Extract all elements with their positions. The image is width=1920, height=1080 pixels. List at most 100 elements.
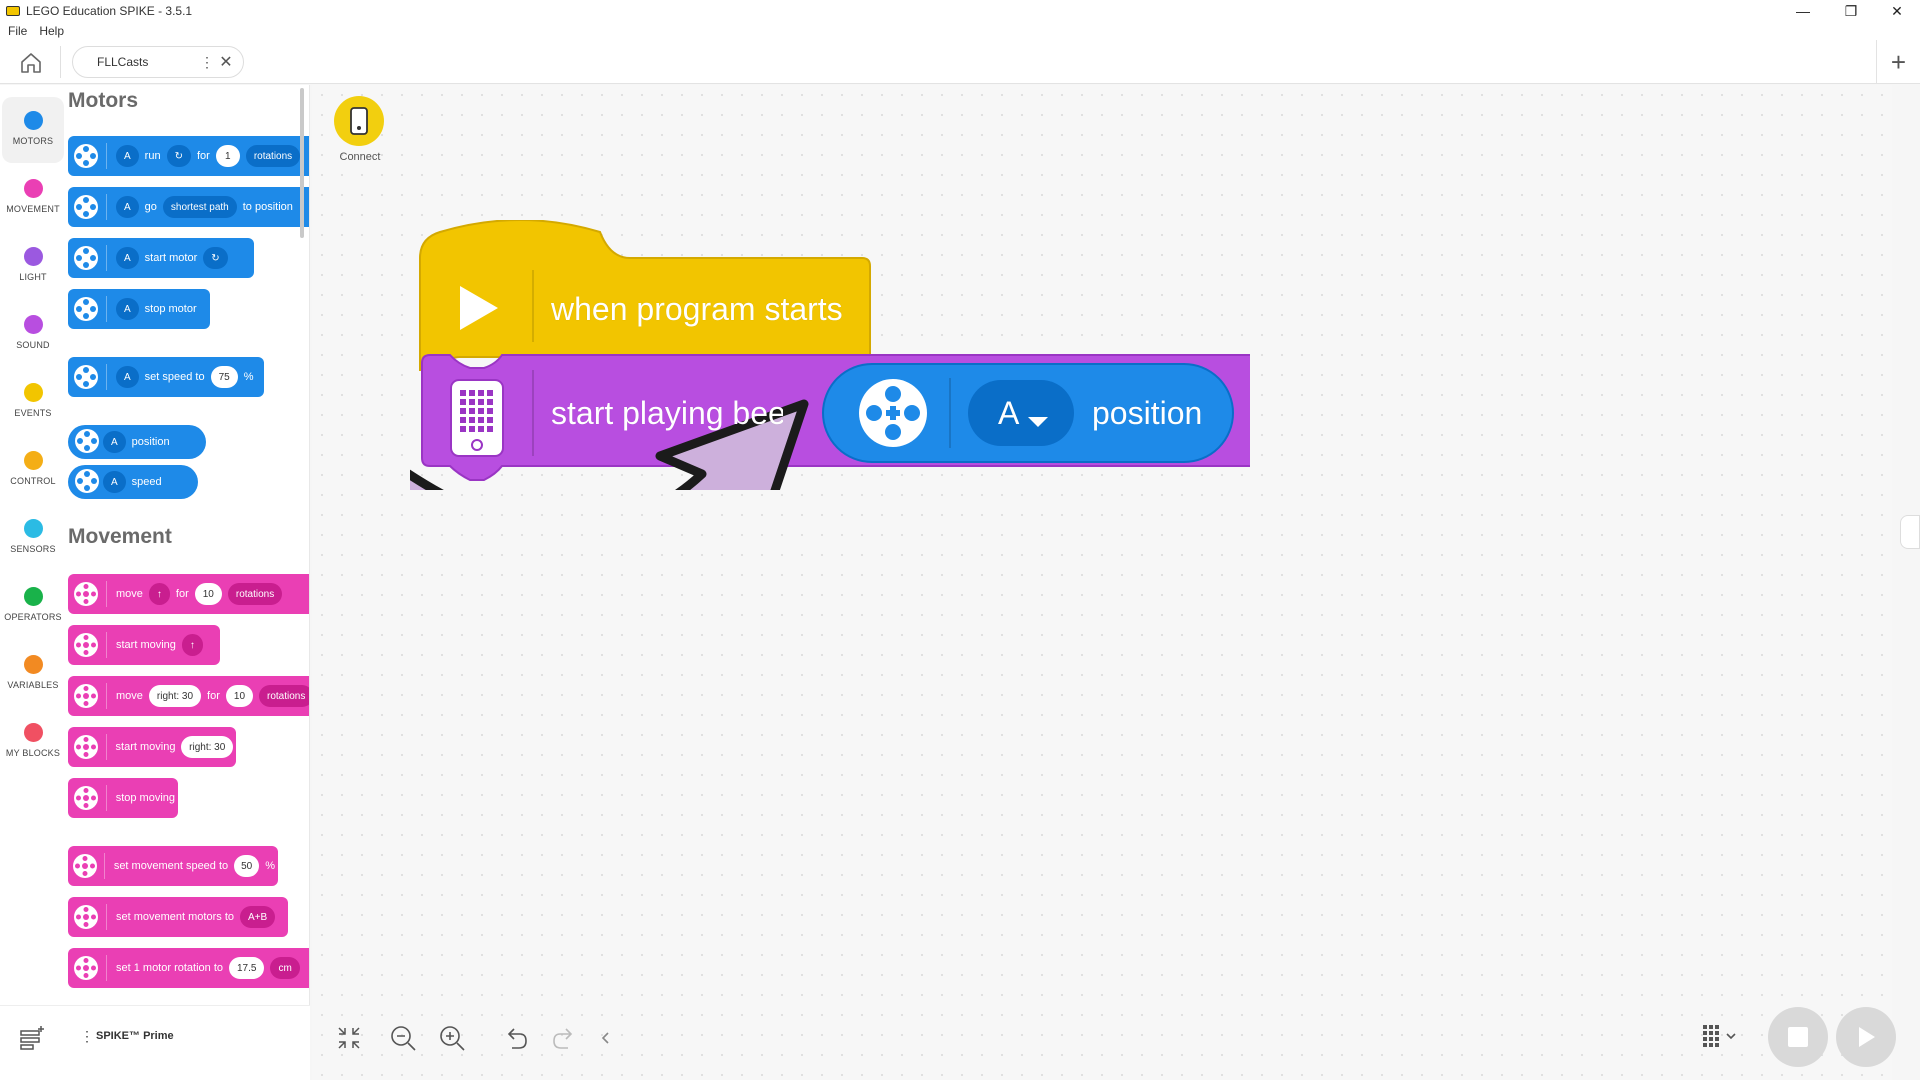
section-title-motors: Motors xyxy=(68,89,138,112)
block-start-moving[interactable]: start moving ↑ xyxy=(68,625,220,665)
menu-file[interactable]: File xyxy=(8,24,27,38)
block-text: run xyxy=(144,150,161,162)
menu-help[interactable]: Help xyxy=(39,24,64,38)
block-start-moving-steer[interactable]: start moving right: 30 xyxy=(68,727,236,767)
unit-dropdown[interactable]: rotations xyxy=(227,583,283,605)
value-input[interactable]: 10 xyxy=(225,685,254,707)
add-tab-button[interactable]: + xyxy=(1876,40,1920,84)
close-window-button[interactable]: ✕ xyxy=(1874,0,1920,22)
block-go-to-position[interactable]: A go shortest path to position xyxy=(68,187,309,227)
value-input[interactable]: 1 xyxy=(215,145,240,167)
category-label: MY BLOCKS xyxy=(5,748,61,758)
unit-dropdown[interactable]: rotations xyxy=(259,685,309,707)
run-button[interactable] xyxy=(1836,1007,1896,1067)
chevron-left-icon[interactable] xyxy=(590,1022,622,1054)
unit-dropdown[interactable]: cm xyxy=(270,957,300,979)
reporter-motor-position[interactable]: A position xyxy=(68,425,206,459)
motors-dropdown[interactable]: A+B xyxy=(240,906,276,928)
block-text: go xyxy=(144,201,157,213)
steering-input[interactable]: right: 30 xyxy=(181,736,233,758)
value-input[interactable]: 17.5 xyxy=(229,957,265,979)
category-dot-icon xyxy=(23,655,43,674)
category-control[interactable]: CONTROL xyxy=(2,437,64,503)
category-operators[interactable]: OPERATORS xyxy=(2,573,64,639)
block-text: set speed to xyxy=(144,371,205,383)
port-dropdown[interactable]: A xyxy=(103,471,126,493)
category-movement[interactable]: MOVEMENT xyxy=(2,165,64,231)
block-run-motor[interactable]: A run ↻ for 1 rotations xyxy=(68,136,309,176)
zoom-in-icon[interactable] xyxy=(436,1022,468,1054)
block-set-movement-speed[interactable]: set movement speed to 50 % xyxy=(68,846,278,886)
port-dropdown[interactable]: A xyxy=(116,366,139,388)
direction-dropdown[interactable]: ↻ xyxy=(166,145,191,167)
port-dropdown[interactable]: A xyxy=(116,247,139,269)
reporter-motor-speed[interactable]: A speed xyxy=(68,465,198,499)
port-dropdown[interactable]: A xyxy=(116,298,139,320)
palette-scrollbar[interactable] xyxy=(300,88,304,238)
tab-label: FLLCasts xyxy=(97,55,149,69)
block-start-motor[interactable]: A start motor ↻ xyxy=(68,238,254,278)
category-motors[interactable]: MOTORS xyxy=(2,97,64,163)
redo-icon[interactable] xyxy=(548,1022,580,1054)
zoom-out-icon[interactable] xyxy=(387,1022,419,1054)
category-light[interactable]: LIGHT xyxy=(2,233,64,299)
hub-display-menu[interactable] xyxy=(1698,1022,1744,1054)
block-stop-motor[interactable]: A stop motor xyxy=(68,289,210,329)
minimize-button[interactable]: — xyxy=(1780,0,1826,22)
category-dot-icon xyxy=(23,723,43,742)
value-input[interactable]: 75 xyxy=(210,366,238,388)
divider xyxy=(106,245,107,271)
direction-dropdown[interactable]: ↑ xyxy=(148,583,170,605)
divider xyxy=(106,143,107,169)
hub-menu-icon[interactable]: ⋮ xyxy=(80,1028,94,1045)
divider xyxy=(60,46,61,78)
movement-icon xyxy=(72,733,100,761)
stop-icon xyxy=(1788,1027,1808,1047)
undo-icon[interactable] xyxy=(500,1022,532,1054)
maximize-button[interactable]: ❐ xyxy=(1828,0,1874,22)
divider xyxy=(104,853,105,879)
steering-input[interactable]: right: 30 xyxy=(148,685,202,707)
category-sensors[interactable]: SENSORS xyxy=(2,505,64,571)
value-input[interactable]: 10 xyxy=(194,583,222,605)
fit-to-screen-icon[interactable] xyxy=(333,1022,365,1054)
direction-dropdown[interactable]: ↑ xyxy=(181,634,203,656)
movement-icon xyxy=(72,954,100,982)
direction-dropdown[interactable]: ↻ xyxy=(203,247,228,269)
motor-icon xyxy=(74,468,100,497)
tab-project[interactable]: FLLCasts ⋮ ✕ xyxy=(72,46,244,78)
category-my-blocks[interactable]: MY BLOCKS xyxy=(2,709,64,775)
window-title: LEGO Education SPIKE - 3.5.1 xyxy=(26,4,193,18)
home-button[interactable] xyxy=(14,48,48,78)
block-set-motor-rotation[interactable]: set 1 motor rotation to 17.5 cm xyxy=(68,948,309,988)
movement-icon xyxy=(72,903,100,931)
movement-icon xyxy=(72,852,98,880)
port-dropdown[interactable]: A xyxy=(103,431,126,453)
block-text: start motor xyxy=(144,252,198,264)
movement-icon xyxy=(72,784,100,812)
block-stop-moving[interactable]: stop moving xyxy=(68,778,178,818)
extensions-icon[interactable] xyxy=(16,1022,48,1054)
port-dropdown[interactable]: A xyxy=(116,196,139,218)
category-sound[interactable]: SOUND xyxy=(2,301,64,367)
reporter-label: position xyxy=(1092,395,1203,431)
unit-dropdown[interactable]: rotations xyxy=(245,145,301,167)
divider xyxy=(105,734,107,760)
tab-close-icon[interactable]: ✕ xyxy=(215,52,237,72)
block-set-speed[interactable]: A set speed to 75 % xyxy=(68,357,264,397)
port-dropdown[interactable]: A xyxy=(116,145,139,167)
panel-toggle-handle[interactable] xyxy=(1900,515,1920,549)
category-events[interactable]: EVENTS xyxy=(2,369,64,435)
divider xyxy=(106,364,107,390)
block-text: move xyxy=(116,588,143,600)
block-move-steer[interactable]: move right: 30 for 10 rotations xyxy=(68,676,309,716)
tab-menu-icon[interactable]: ⋮ xyxy=(199,54,215,71)
value-input[interactable]: 50 xyxy=(234,855,260,877)
reporter-port-label[interactable]: A xyxy=(998,395,1019,432)
path-dropdown[interactable]: shortest path xyxy=(162,196,237,218)
block-set-movement-motors[interactable]: set movement motors to A+B xyxy=(68,897,288,937)
block-move[interactable]: move ↑ for 10 rotations xyxy=(68,574,309,614)
category-variables[interactable]: VARIABLES xyxy=(2,641,64,707)
connect-button[interactable] xyxy=(334,96,384,146)
stop-button[interactable] xyxy=(1768,1007,1828,1067)
